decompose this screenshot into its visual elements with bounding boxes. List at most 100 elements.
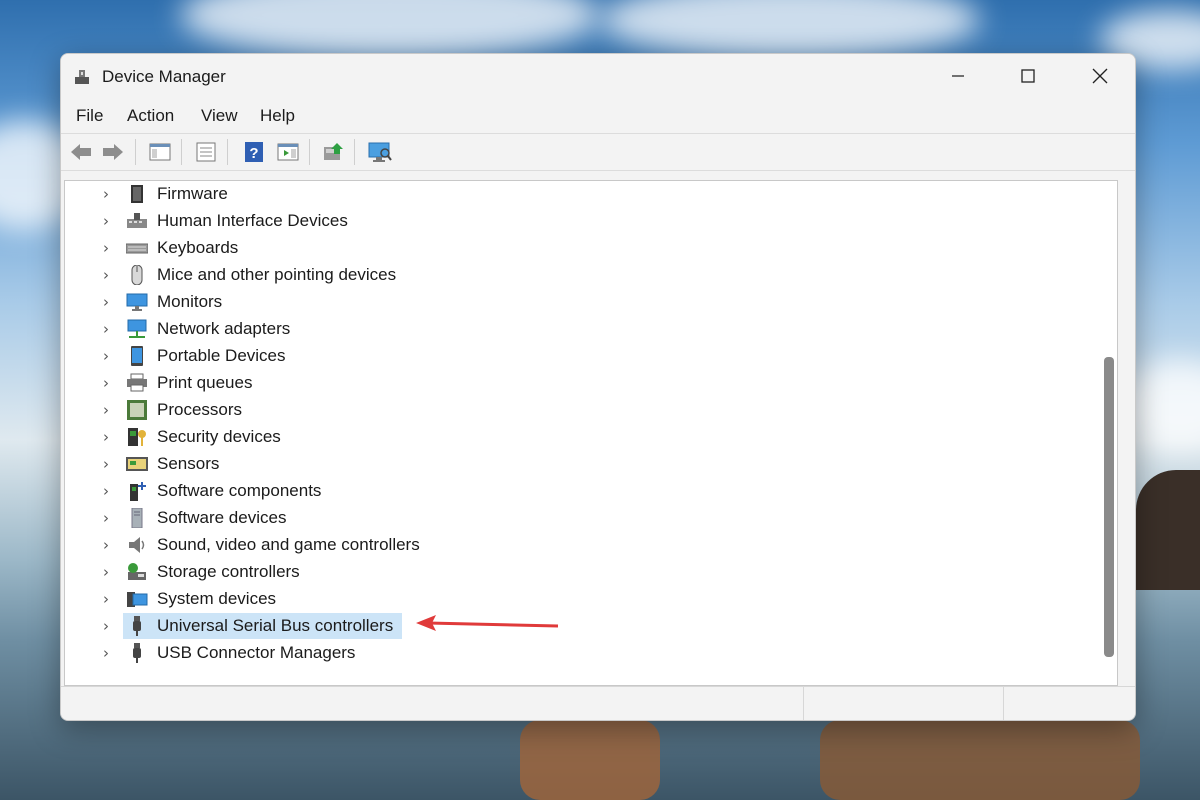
forward-button[interactable]	[100, 140, 126, 164]
tree-item-label: Firmware	[157, 184, 228, 203]
status-divider	[803, 687, 804, 720]
tree-item-label: Storage controllers	[157, 562, 300, 581]
back-button[interactable]	[68, 140, 94, 164]
vertical-scrollbar[interactable]	[1101, 181, 1115, 685]
tree-item-label: Human Interface Devices	[157, 211, 348, 230]
back-icon	[71, 144, 91, 160]
tree-item-label: Software components	[157, 481, 322, 500]
tree-item-processors[interactable]: › Processors	[65, 397, 1105, 423]
expand-chevron-icon[interactable]: ›	[103, 320, 109, 338]
expand-chevron-icon[interactable]: ›	[103, 644, 109, 662]
menu-action[interactable]: Action	[127, 106, 174, 126]
toolbar-separator	[309, 139, 310, 165]
toolbar: ?	[61, 133, 1135, 171]
tree-item-sensors[interactable]: › Sensors	[65, 451, 1105, 477]
tree-item-sound-video-game-controllers[interactable]: › Sound, video and game controllers	[65, 532, 1105, 558]
firmware-icon	[131, 185, 143, 203]
tree-item-label: Monitors	[157, 292, 223, 311]
device-manager-window: Device Manager File Action View Help ? ›…	[60, 53, 1136, 721]
scan-hardware-button[interactable]	[367, 140, 393, 164]
tree-item-keyboards[interactable]: › Keyboards	[65, 235, 1105, 261]
tree-item-universal-serial-bus-controllers[interactable]: › Universal Serial Bus controllers	[65, 613, 1105, 639]
tree-item-mice[interactable]: › Mice and other pointing devices	[65, 262, 1105, 288]
close-button[interactable]	[1065, 54, 1135, 98]
tree-item-security-devices[interactable]: › Security devices	[65, 424, 1105, 450]
menu-bar: File Action View Help	[61, 102, 1135, 130]
properties-icon	[196, 142, 216, 162]
expand-chevron-icon[interactable]: ›	[103, 212, 109, 230]
show-hide-console-tree-icon	[149, 143, 171, 161]
storage-icon	[128, 563, 146, 580]
hid-icon	[127, 213, 147, 228]
expand-chevron-icon[interactable]: ›	[103, 536, 109, 554]
help-button[interactable]: ?	[241, 140, 267, 164]
expand-chevron-icon[interactable]: ›	[103, 347, 109, 365]
tree-item-firmware[interactable]: › Firmware	[65, 181, 1105, 207]
system-icon	[127, 592, 148, 607]
tree-item-label: Print queues	[157, 373, 253, 392]
expand-chevron-icon[interactable]: ›	[103, 617, 109, 635]
properties-button[interactable]	[193, 140, 219, 164]
expand-chevron-icon[interactable]: ›	[103, 428, 109, 446]
scan-hardware-icon	[368, 142, 392, 162]
tree-item-label: Portable Devices	[157, 346, 286, 365]
menu-view[interactable]: View	[201, 106, 238, 126]
tree-item-label: Software devices	[157, 508, 287, 527]
monitor-icon	[126, 293, 148, 311]
portable-icon	[131, 346, 143, 366]
menu-file[interactable]: File	[76, 106, 103, 126]
expand-chevron-icon[interactable]: ›	[103, 293, 109, 311]
tree-item-label: USB Connector Managers	[157, 643, 356, 662]
tree-item-label: Sound, video and game controllers	[157, 535, 420, 554]
expand-chevron-icon[interactable]: ›	[103, 509, 109, 527]
update-driver-icon	[324, 143, 343, 160]
tree-item-label: Mice and other pointing devices	[157, 265, 397, 284]
expand-chevron-icon[interactable]: ›	[103, 590, 109, 608]
tree-item-storage-controllers[interactable]: › Storage controllers	[65, 559, 1105, 585]
tree-item-label: System devices	[157, 589, 277, 608]
tree-item-print-queues[interactable]: › Print queues	[65, 370, 1105, 396]
expand-chevron-icon[interactable]: ›	[103, 185, 109, 203]
device-manager-app-icon	[75, 70, 89, 84]
keyboard-icon	[126, 243, 148, 254]
update-driver-button[interactable]	[320, 140, 346, 164]
menu-help[interactable]: Help	[260, 106, 295, 126]
action-pane-button[interactable]	[275, 140, 301, 164]
tree-item-label: Keyboards	[157, 238, 239, 257]
mouse-icon	[131, 265, 143, 285]
status-divider	[1003, 687, 1004, 720]
tree-item-human-interface-devices[interactable]: › Human Interface Devices	[65, 208, 1105, 234]
tree-item-software-devices[interactable]: › Software devices	[65, 505, 1105, 531]
help-icon: ?	[245, 142, 263, 162]
show-hide-console-tree-button[interactable]	[147, 140, 173, 164]
annotation-arrow-icon	[416, 615, 559, 631]
maximize-button[interactable]	[993, 54, 1063, 98]
tree-item-software-components[interactable]: › Software components	[65, 478, 1105, 504]
expand-chevron-icon[interactable]: ›	[103, 563, 109, 581]
device-tree: › Firmware › Human Interface Devices › K…	[64, 180, 1118, 686]
tree-item-system-devices[interactable]: › System devices	[65, 586, 1105, 612]
minimize-icon	[952, 75, 964, 77]
expand-chevron-icon[interactable]: ›	[103, 482, 109, 500]
expand-chevron-icon[interactable]: ›	[103, 374, 109, 392]
title-bar[interactable]: Device Manager	[61, 54, 1135, 98]
tree-item-label: Universal Serial Bus controllers	[157, 616, 394, 635]
maximize-icon	[1021, 69, 1035, 83]
minimize-button[interactable]	[923, 54, 993, 98]
toolbar-separator	[227, 139, 228, 165]
expand-chevron-icon[interactable]: ›	[103, 266, 109, 284]
security-icon	[128, 428, 146, 446]
tree-item-monitors[interactable]: › Monitors	[65, 289, 1105, 315]
tree-item-portable-devices[interactable]: › Portable Devices	[65, 343, 1105, 369]
status-bar	[61, 686, 1135, 720]
tree-item-usb-connector-managers[interactable]: › USB Connector Managers	[65, 640, 1105, 666]
expand-chevron-icon[interactable]: ›	[103, 455, 109, 473]
tree-item-network-adapters[interactable]: › Network adapters	[65, 316, 1105, 342]
toolbar-separator	[135, 139, 136, 165]
expand-chevron-icon[interactable]: ›	[103, 401, 109, 419]
forward-icon	[103, 144, 123, 160]
scrollbar-thumb[interactable]	[1104, 357, 1114, 657]
close-icon	[1092, 68, 1108, 84]
expand-chevron-icon[interactable]: ›	[103, 239, 109, 257]
tree-item-label: Security devices	[157, 427, 281, 446]
